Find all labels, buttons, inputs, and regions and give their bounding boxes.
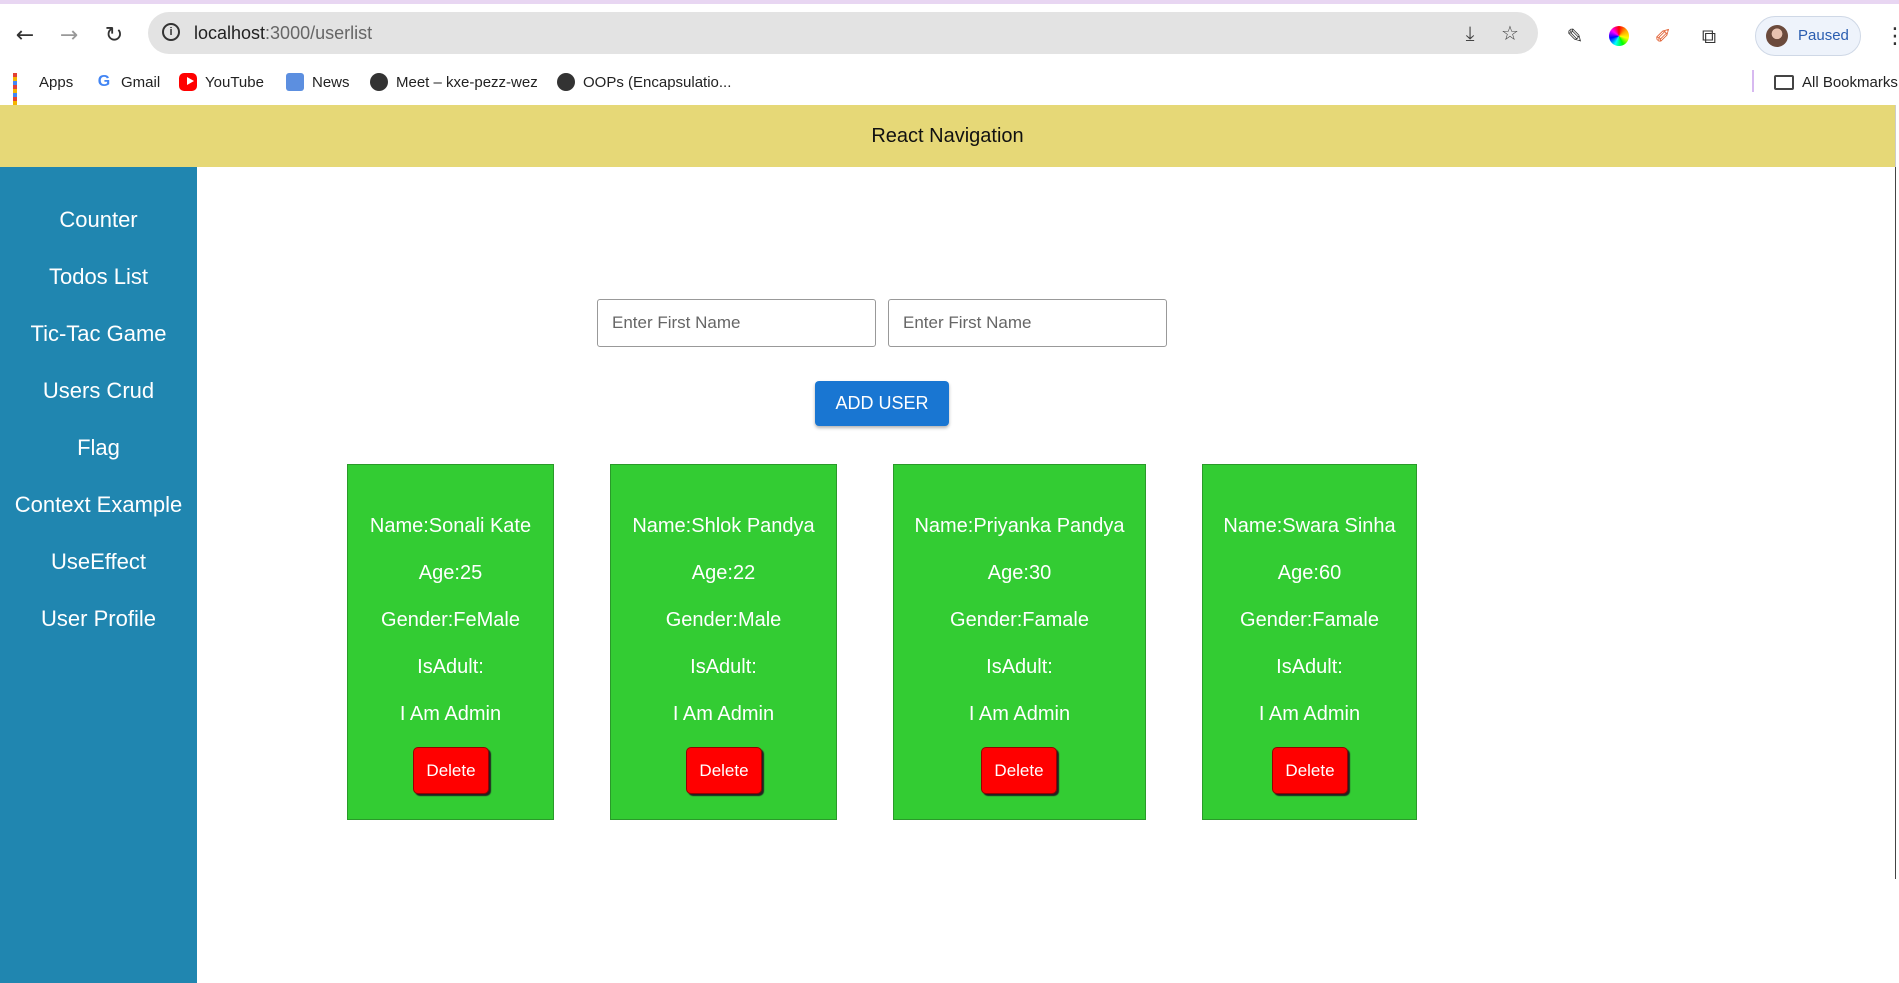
- apps-grid-icon: [13, 73, 31, 109]
- extensions-puzzle-icon[interactable]: ⧉: [1696, 23, 1722, 49]
- profile-button[interactable]: Paused: [1755, 16, 1861, 56]
- forward-icon[interactable]: →: [55, 21, 83, 49]
- user-age: Age:60: [1277, 562, 1342, 584]
- back-icon[interactable]: ←: [11, 21, 39, 49]
- avatar: [1766, 25, 1788, 47]
- user-gender: Gender:Famale: [1240, 609, 1379, 631]
- user-gender: Gender:Male: [665, 609, 782, 631]
- sidebar-item-users-crud[interactable]: Users Crud: [0, 378, 197, 404]
- user-is-adult: IsAdult:: [986, 656, 1053, 678]
- sidebar-item-context-example[interactable]: Context Example: [0, 492, 197, 518]
- bookmark-star-icon[interactable]: ☆: [1498, 21, 1522, 45]
- user-name: Name:Sonali Kate: [369, 515, 532, 537]
- second-name-input[interactable]: [888, 299, 1167, 347]
- first-name-input[interactable]: [597, 299, 876, 347]
- bookmark-gmail[interactable]: G Gmail: [95, 70, 160, 94]
- youtube-icon: [179, 73, 197, 91]
- user-gender: Gender:Famale: [950, 609, 1089, 631]
- user-is-adult: IsAdult:: [1276, 656, 1343, 678]
- user-role: I Am Admin: [672, 703, 775, 725]
- globe-icon: [370, 73, 388, 91]
- user-age: Age:30: [987, 562, 1052, 584]
- page-title: React Navigation: [871, 125, 1024, 147]
- add-user-button[interactable]: ADD USER: [815, 381, 949, 426]
- bookmark-youtube[interactable]: YouTube: [179, 70, 264, 94]
- user-is-adult: IsAdult:: [690, 656, 757, 678]
- color-picker-extension-icon[interactable]: ✐: [1650, 23, 1676, 49]
- delete-button[interactable]: Delete: [981, 747, 1057, 794]
- browser-menu-icon[interactable]: ⋮: [1884, 24, 1899, 49]
- sidebar-item-counter[interactable]: Counter: [0, 207, 197, 233]
- user-is-adult: IsAdult:: [417, 656, 484, 678]
- address-bar[interactable]: i localhost:3000/userlist ⤓ ☆: [148, 12, 1538, 54]
- page-divider: [1895, 167, 1896, 879]
- user-card: Name:Sonali Kate Age:25 Gender:FeMale Is…: [347, 464, 554, 820]
- news-icon: [286, 73, 304, 91]
- user-age: Age:25: [418, 562, 483, 584]
- bookmarks-bar: Apps G Gmail YouTube News Meet – kxe-pez…: [0, 62, 1899, 109]
- user-role: I Am Admin: [399, 703, 502, 725]
- profile-status-label: Paused: [1798, 27, 1849, 44]
- user-age: Age:22: [691, 562, 756, 584]
- install-app-icon[interactable]: ⤓: [1458, 21, 1482, 45]
- sidebar-item-user-profile[interactable]: User Profile: [0, 606, 197, 632]
- user-role: I Am Admin: [1258, 703, 1361, 725]
- user-card: Name:Priyanka Pandya Age:30 Gender:Famal…: [893, 464, 1146, 820]
- folder-icon: [1774, 74, 1794, 90]
- google-icon: G: [97, 73, 111, 90]
- color-wheel-extension-icon[interactable]: [1606, 23, 1632, 49]
- delete-button[interactable]: Delete: [413, 747, 489, 794]
- bookmark-meet[interactable]: Meet – kxe-pezz-wez: [370, 70, 538, 94]
- user-gender: Gender:FeMale: [381, 609, 520, 631]
- delete-button[interactable]: Delete: [686, 747, 762, 794]
- user-card: Name:Shlok Pandya Age:22 Gender:Male IsA…: [610, 464, 837, 820]
- browser-toolbar: ← → ↻ i localhost:3000/userlist ⤓ ☆ ✎ ✐ …: [0, 4, 1899, 62]
- user-name: Name:Priyanka Pandya: [914, 515, 1125, 537]
- url-text[interactable]: localhost:3000/userlist: [194, 23, 372, 44]
- sidebar-item-tic-tac-game[interactable]: Tic-Tac Game: [0, 321, 197, 347]
- bookmark-apps[interactable]: Apps: [13, 70, 73, 109]
- reload-icon[interactable]: ↻: [100, 21, 128, 49]
- user-name: Name:Swara Sinha: [1223, 515, 1396, 537]
- user-card: Name:Swara Sinha Age:60 Gender:Famale Is…: [1202, 464, 1417, 820]
- bookmarks-divider: [1752, 70, 1754, 92]
- sidebar-item-useeffect[interactable]: UseEffect: [0, 549, 197, 575]
- user-name: Name:Shlok Pandya: [632, 515, 815, 537]
- sidebar: Counter Todos List Tic-Tac Game Users Cr…: [0, 167, 197, 983]
- delete-button[interactable]: Delete: [1272, 747, 1348, 794]
- sidebar-item-flag[interactable]: Flag: [0, 435, 197, 461]
- eyedropper-extension-icon[interactable]: ✎: [1562, 23, 1588, 49]
- sidebar-item-todos-list[interactable]: Todos List: [0, 264, 197, 290]
- site-info-icon[interactable]: i: [162, 23, 180, 41]
- bookmark-news[interactable]: News: [286, 70, 350, 94]
- user-role: I Am Admin: [968, 703, 1071, 725]
- app-header: React Navigation: [0, 105, 1896, 167]
- all-bookmarks-folder[interactable]: All Bookmarks: [1774, 70, 1898, 94]
- bookmark-oops[interactable]: OOPs (Encapsulatio...: [557, 70, 731, 94]
- globe-icon: [557, 73, 575, 91]
